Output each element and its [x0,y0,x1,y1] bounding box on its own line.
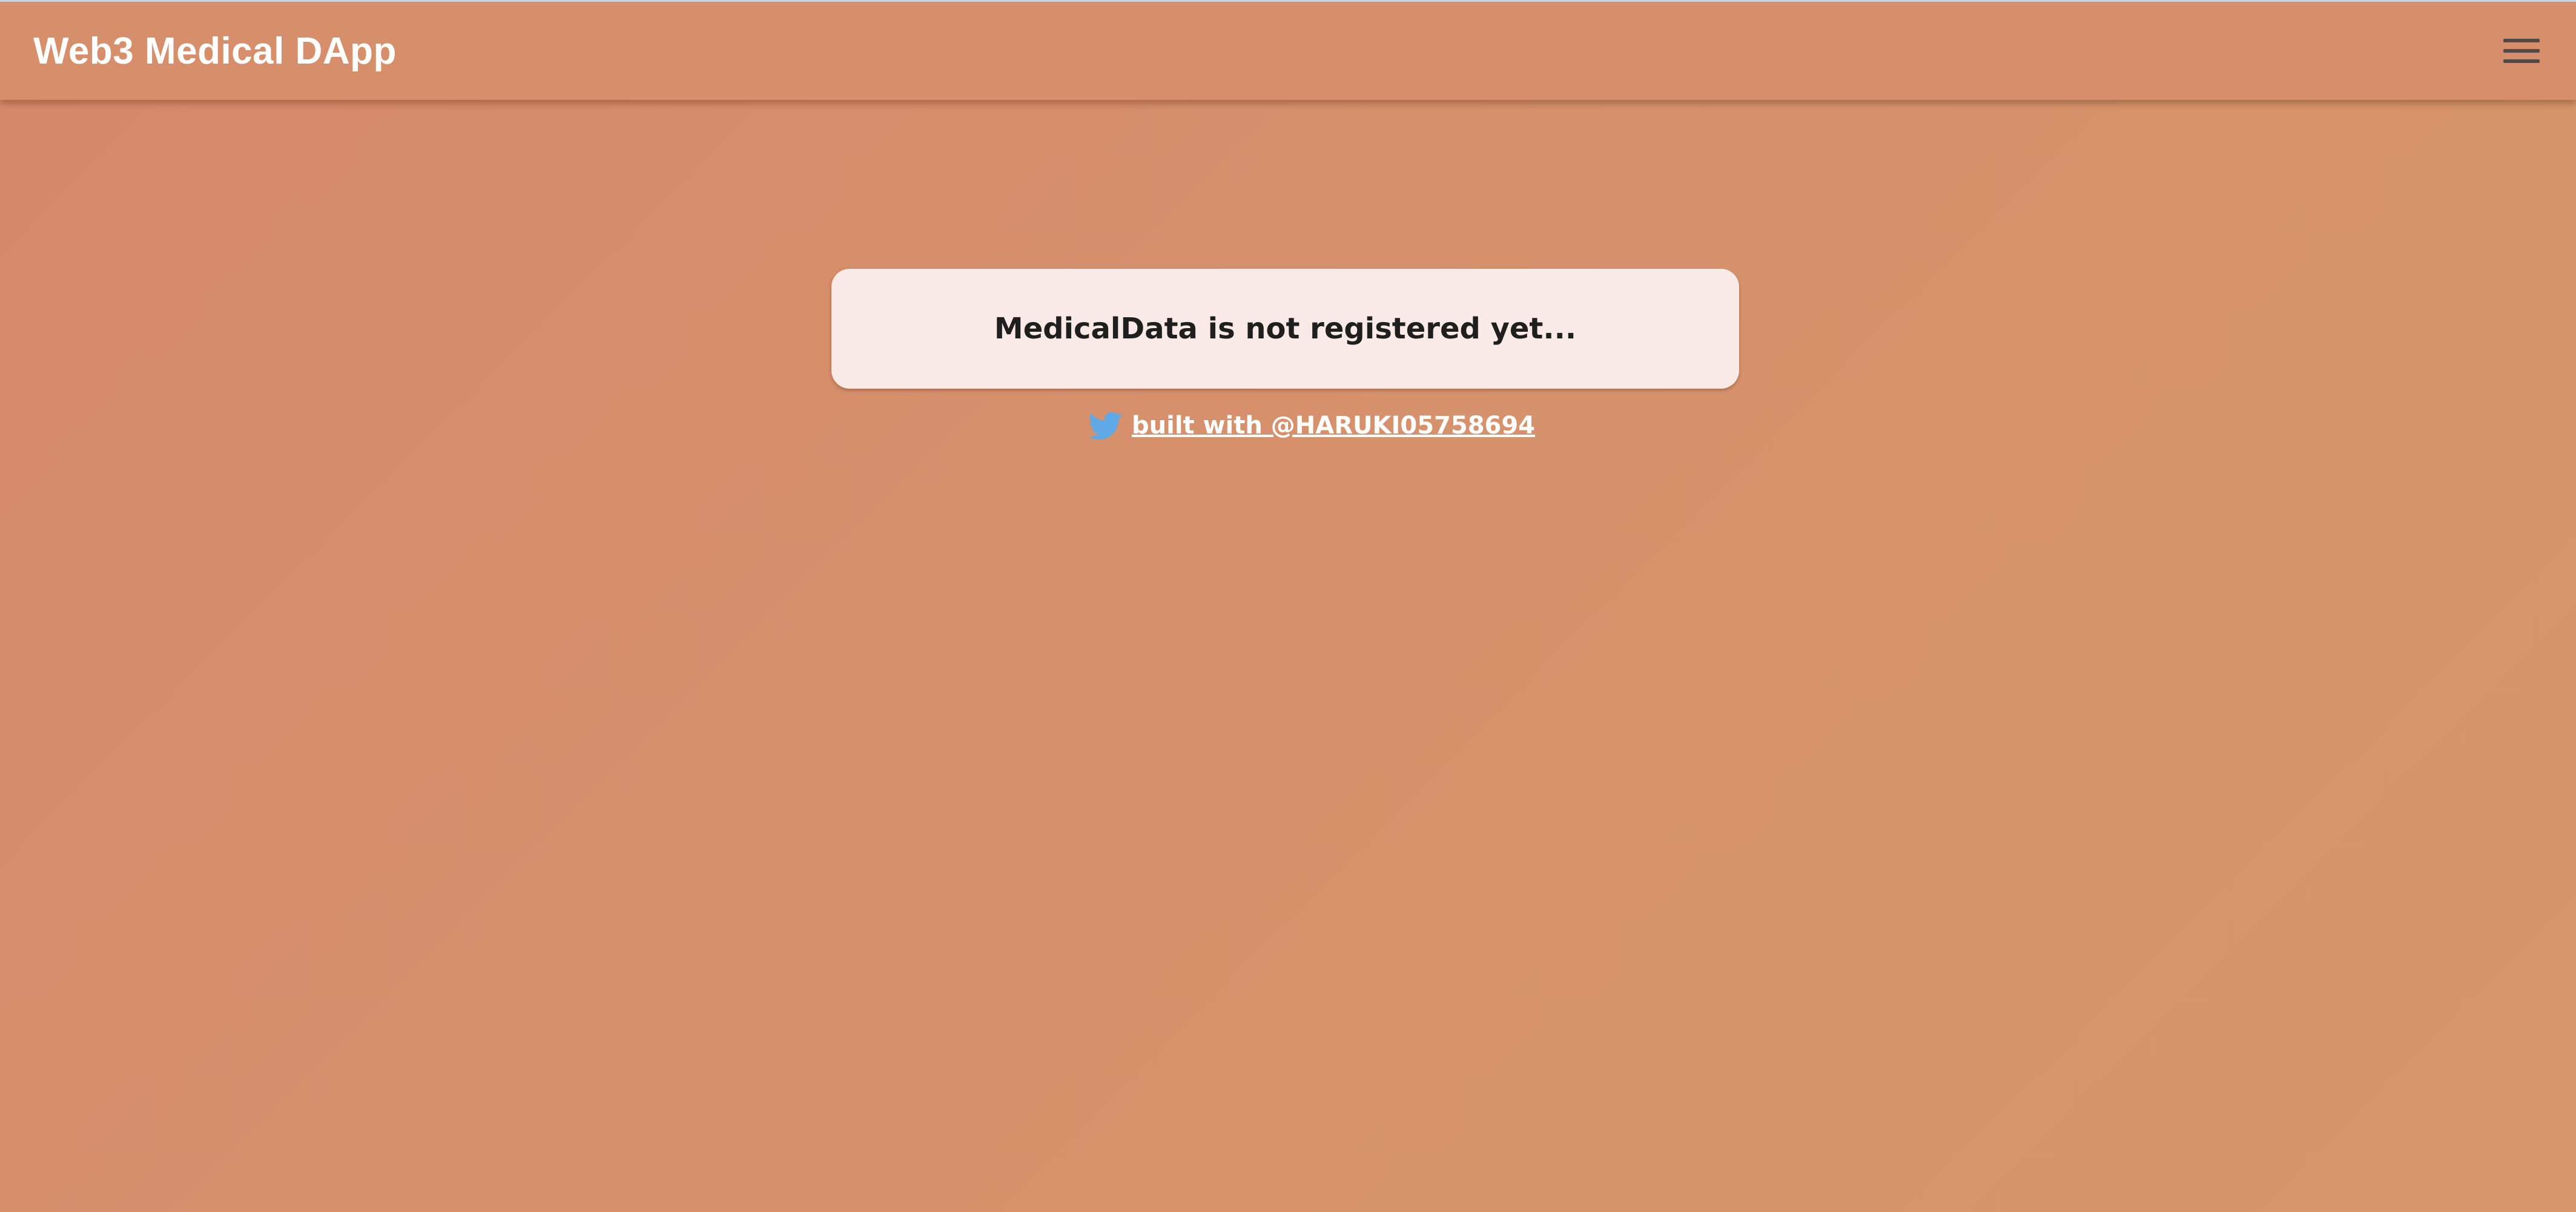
twitter-credit-link[interactable]: built with @HARUKI05758694 [1132,412,1535,440]
status-message: MedicalData is not registered yet... [994,312,1577,346]
menu-button[interactable] [2488,18,2555,84]
status-card: MedicalData is not registered yet... [831,269,1739,389]
top-app-bar: Web3 Medical DApp [0,0,2576,100]
hamburger-menu-icon [2503,39,2540,63]
main-content: MedicalData is not registered yet... bui… [0,100,2576,1212]
twitter-bird-icon [1088,412,1123,440]
credit-line: built with @HARUKI05758694 [1087,409,1535,443]
app-title: Web3 Medical DApp [33,30,397,72]
